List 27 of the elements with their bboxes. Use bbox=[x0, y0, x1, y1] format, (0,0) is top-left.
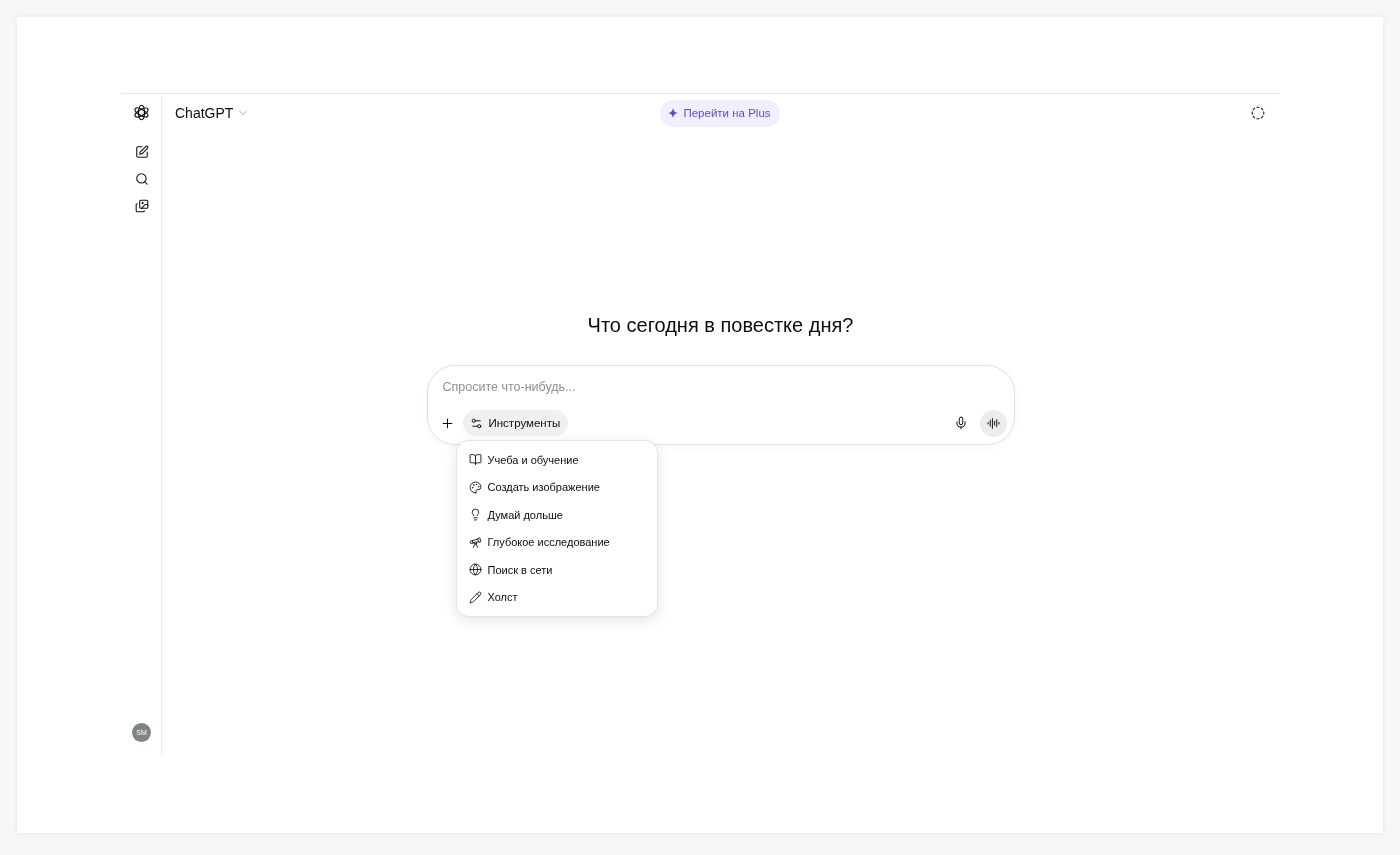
edit-icon[interactable] bbox=[134, 145, 149, 159]
menu-item[interactable]: Глубокое исследование bbox=[456, 528, 657, 556]
globe-icon bbox=[468, 563, 482, 577]
message-input[interactable]: Спросите что-нибудь... bbox=[442, 377, 998, 397]
menu-item[interactable]: Создать изображение bbox=[456, 473, 657, 501]
logo-icon[interactable] bbox=[133, 104, 150, 121]
plus-icon[interactable] bbox=[439, 415, 455, 431]
pencil-icon bbox=[468, 590, 482, 604]
tools-button[interactable]: Инструменты bbox=[462, 410, 569, 436]
model-selector[interactable]: ChatGPT bbox=[175, 105, 250, 121]
search-icon[interactable] bbox=[134, 172, 149, 186]
menu-item[interactable]: Учеба и обучение bbox=[456, 446, 657, 474]
page-heading: Что сегодня в повестке дня? bbox=[587, 313, 854, 338]
menu-item[interactable]: Поиск в сети bbox=[456, 556, 657, 584]
book-icon bbox=[468, 453, 482, 467]
microphone-icon[interactable] bbox=[953, 416, 968, 430]
audio-lines-icon bbox=[986, 416, 1000, 430]
menu-item[interactable]: Думай дольше bbox=[456, 501, 657, 529]
telescope-icon bbox=[468, 535, 482, 549]
sparkle-icon bbox=[668, 108, 679, 118]
images-icon[interactable] bbox=[134, 199, 149, 213]
upgrade-button[interactable]: Перейти на Plus bbox=[660, 99, 780, 127]
palette-icon bbox=[468, 480, 482, 494]
sliders-icon bbox=[469, 416, 483, 430]
dashed-circle-icon[interactable] bbox=[1251, 106, 1265, 120]
voice-button[interactable] bbox=[979, 409, 1007, 437]
menu-item[interactable]: Холст bbox=[456, 583, 657, 611]
